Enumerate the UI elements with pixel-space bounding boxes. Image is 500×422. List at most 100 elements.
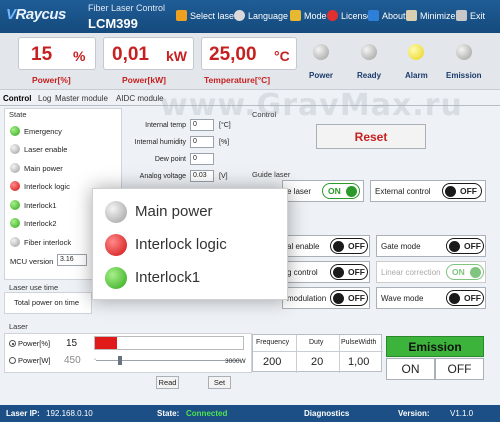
frequency-value[interactable]: 200: [263, 356, 281, 368]
internal-humidity-unit: [%]: [219, 139, 230, 146]
status-bar: Laser IP: 192.168.0.10 State: Connected …: [0, 405, 500, 422]
power-indicator-led: [313, 44, 329, 60]
control-title: Control: [252, 110, 277, 119]
zoom-overlay: Main power Interlock logic Interlock1: [92, 188, 288, 300]
internal-temp-field: 0: [190, 119, 214, 131]
zoom-main-power-label: Main power: [135, 203, 213, 220]
power-indicator-label: Power: [309, 71, 334, 80]
power-watt-value-field[interactable]: 450: [64, 355, 81, 366]
enable-label: al enable: [287, 242, 320, 251]
power-percent-value: 15: [31, 44, 53, 65]
version-label: Version:: [398, 409, 430, 418]
license-icon: [327, 10, 338, 21]
tab-aidc-module[interactable]: AIDC module: [116, 94, 164, 103]
menu-exit[interactable]: Exit: [456, 10, 485, 21]
alarm-indicator-led: [408, 44, 424, 60]
power-percent-label: Power[%]: [32, 75, 71, 85]
power-control-toggle[interactable]: OFF: [330, 264, 368, 280]
mcu-version-label: MCU version: [10, 257, 54, 266]
laser-enable-label: Laser enable: [24, 145, 68, 154]
reset-button[interactable]: Reset: [316, 124, 426, 149]
tab-control[interactable]: Control: [3, 94, 31, 103]
power-percent-radio-label: Power[%]: [18, 339, 51, 348]
interlock-logic-led: [10, 181, 20, 191]
slider-min-marker: ◦: [94, 357, 97, 363]
version-value: V1.1.0: [450, 409, 474, 418]
emergency-label: Emergency: [24, 127, 62, 136]
power-percent-radio[interactable]: [9, 340, 16, 347]
power-bar-fill: [95, 337, 118, 349]
zoom-interlock-logic-led: [105, 234, 127, 256]
interlock2-label: Interlock2: [24, 219, 57, 228]
menu-mode[interactable]: Mode: [290, 10, 327, 21]
gate-mode-toggle[interactable]: OFF: [446, 238, 484, 254]
power-kw-unit: kW: [166, 48, 187, 64]
emission-header: Emission: [386, 336, 484, 357]
power-watt-radio[interactable]: [9, 357, 16, 364]
modulation-label: modulation: [287, 294, 327, 303]
emission-indicator-label: Emission: [446, 71, 482, 80]
pulse-width-value[interactable]: 1,00: [348, 356, 369, 368]
internal-humidity-field: 0: [190, 136, 214, 148]
tab-bar: Control Log Master module AIDC module: [0, 92, 500, 106]
enable-toggle[interactable]: OFF: [330, 238, 368, 254]
set-button[interactable]: Set: [208, 376, 231, 389]
ready-indicator-led: [361, 44, 377, 60]
laser-title: Laser: [9, 322, 28, 331]
power-percent-value-field[interactable]: 15: [66, 338, 77, 349]
exit-icon: [456, 10, 467, 21]
power-kw-box: 0,01 kW: [103, 37, 194, 70]
read-button[interactable]: Read: [156, 376, 179, 389]
tab-master-module[interactable]: Master module: [55, 94, 108, 103]
temperature-label: Temperature[°C]: [204, 75, 271, 85]
linear-correction-toggle[interactable]: ON: [446, 264, 484, 280]
emission-indicator-led: [456, 44, 472, 60]
internal-temp-label: Internal temp: [145, 122, 186, 129]
zoom-interlock1-label: Interlock1: [135, 269, 201, 286]
state-title: State: [9, 110, 27, 119]
zoom-main-power-led: [105, 201, 127, 223]
menu-minimize[interactable]: Minimize: [406, 10, 456, 21]
laser-use-time-title: Laser use time: [9, 283, 59, 292]
readout-panel: 15 % Power[%] 0,01 kW Power[kW] 25,00 °C…: [0, 33, 500, 90]
analog-voltage-field: 0.03: [190, 170, 214, 182]
power-bar: [94, 336, 244, 350]
menu-about[interactable]: About: [368, 10, 406, 21]
temperature-unit: °C: [274, 48, 290, 64]
connection-state-value: Connected: [186, 409, 228, 418]
menu-select-laser[interactable]: Select laser: [176, 10, 237, 21]
menu-language[interactable]: Language: [234, 10, 288, 21]
power-slider-thumb[interactable]: [117, 356, 122, 365]
mode-icon: [290, 10, 301, 21]
fiber-interlock-label: Fiber interlock: [24, 238, 72, 247]
laser-enable-led: [10, 144, 20, 154]
external-control-label: External control: [375, 187, 431, 196]
power-percent-unit: %: [73, 48, 86, 64]
guide-laser-toggle[interactable]: ON: [322, 183, 360, 199]
wave-mode-toggle[interactable]: OFF: [446, 290, 484, 306]
laser-select-icon: [176, 10, 187, 21]
external-control-toggle[interactable]: OFF: [442, 183, 482, 199]
laser-model: LCM399: [88, 16, 138, 31]
menu-license[interactable]: License: [327, 10, 372, 21]
diagnostics-link[interactable]: Diagnostics: [304, 409, 349, 418]
guide-laser-label: e laser: [287, 187, 312, 196]
internal-temp-unit: [°C]: [219, 122, 231, 129]
language-icon: [234, 10, 245, 21]
emission-on-button[interactable]: ON: [386, 358, 435, 380]
duty-header: Duty: [309, 339, 324, 346]
linear-correction-label: Linear correction: [381, 268, 441, 277]
frequency-header: Frequency: [256, 339, 290, 346]
duty-value[interactable]: 20: [311, 356, 323, 368]
emission-off-button[interactable]: OFF: [435, 358, 484, 380]
modulation-toggle[interactable]: OFF: [330, 290, 368, 306]
main-power-label: Main power: [24, 164, 63, 173]
pulse-table: Frequency Duty PulseWidth 200 20 1,00: [252, 334, 383, 373]
tab-log[interactable]: Log: [38, 94, 51, 103]
raycus-logo: VRaycus: [6, 6, 66, 23]
power-percent-box: 15 %: [18, 37, 96, 70]
temperature-box: 25,00 °C: [201, 37, 297, 70]
interlock1-label: Interlock1: [24, 201, 57, 210]
power-kw-value: 0,01: [112, 44, 149, 65]
mcu-version-field: 3.16: [57, 254, 87, 266]
